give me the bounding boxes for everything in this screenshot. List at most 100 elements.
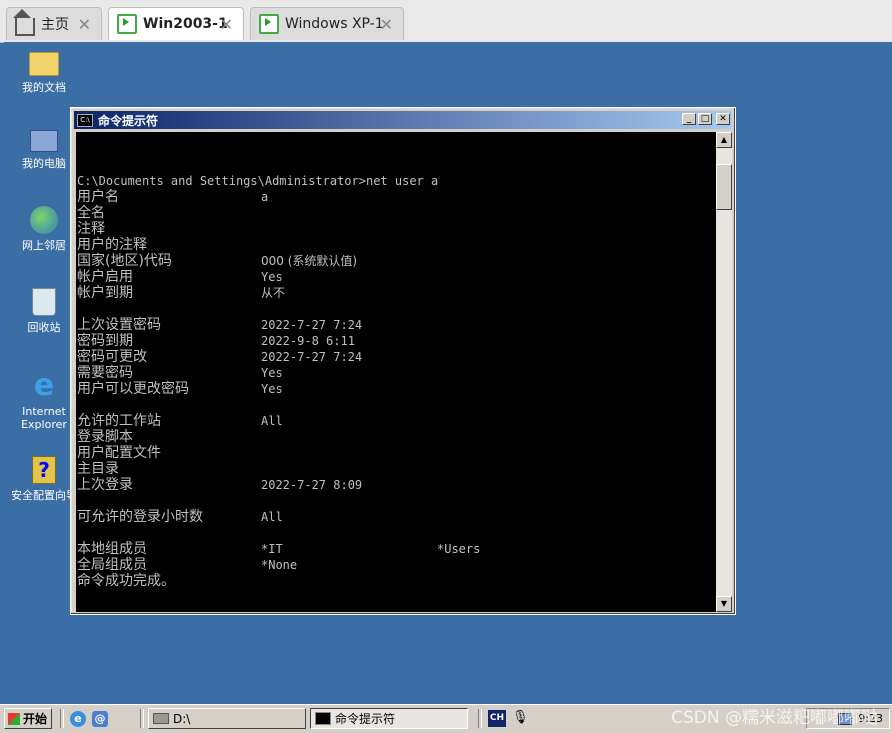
cmd-output-line: 主目录 (77, 461, 119, 477)
cmd-title-bar[interactable]: C:\ 命令提示符 _ □ ✕ (74, 111, 732, 129)
scroll-up-button[interactable]: ▲ (716, 132, 732, 148)
cmd-output-line: 密码可更改 2022-7-27 7:24 (77, 349, 362, 365)
minimize-button[interactable]: _ (682, 113, 696, 125)
cmd-field-label: 上次登录 (77, 477, 133, 493)
tab-home[interactable]: 主页 ✕ (6, 7, 102, 40)
cmd-output-line: 命令成功完成。 (77, 573, 175, 589)
windows-flag-icon (8, 712, 20, 725)
cmd-field-label: 国家(地区)代码 (77, 253, 172, 269)
taskbar-separator (478, 709, 482, 728)
cmd-field-label: 允许的工作站 (77, 413, 161, 429)
start-button[interactable]: 开始 (4, 708, 52, 729)
cmd-output-line: 上次登录 2022-7-27 8:09 (77, 477, 362, 493)
cmd-output-line: 可允许的登录小时数 All (77, 509, 283, 525)
cmd-field-label: 登录脚本 (77, 429, 133, 445)
home-icon (13, 9, 35, 36)
my-documents-icon (29, 52, 59, 76)
scroll-down-button[interactable]: ▼ (716, 596, 732, 612)
cmd-window[interactable]: C:\ 命令提示符 _ □ ✕ C:\Documents and Setting… (70, 107, 736, 615)
cmd-field-value: All (261, 414, 283, 428)
vm-icon (259, 14, 279, 34)
desktop-icon-label: 我的文档 (22, 81, 66, 94)
cmd-field-value: Yes (261, 366, 283, 380)
drive-icon (153, 713, 169, 724)
cmd-field-label: 本地组成员 (77, 541, 147, 557)
cmd-icon: C:\ (77, 113, 93, 127)
cmd-field-label: 注释 (77, 221, 105, 237)
cmd-field-value: 从不 (261, 286, 286, 300)
close-icon[interactable]: ✕ (380, 15, 393, 34)
taskbar-button-label: 命令提示符 (335, 712, 396, 726)
cmd-output-line: 国家(地区)代码 000 (系统默认值) (77, 253, 357, 269)
cmd-output-line: 上次设置密码 2022-7-27 7:24 (77, 317, 362, 333)
cmd-title: 命令提示符 (98, 113, 159, 128)
taskbar-button-label: D:\ (173, 711, 191, 726)
network-places-icon (30, 206, 58, 234)
taskbar-separator (140, 709, 144, 728)
cmd-field-label: 帐户到期 (77, 285, 133, 301)
cmd-output-line: 用户的注释 (77, 237, 147, 253)
taskbar-button-cmd[interactable]: 命令提示符 (310, 708, 468, 729)
close-icon[interactable]: ✕ (78, 15, 91, 34)
cmd-output-line: 本地组成员 *IT *Users (77, 541, 480, 557)
cmd-output-line: 需要密码 Yes (77, 365, 283, 381)
taskbar-separator (60, 709, 64, 728)
cmd-field-label: 全局组成员 (77, 557, 147, 573)
cmd-output-line: 用户配置文件 (77, 445, 161, 461)
tab-winxp-label: Windows XP-1 (285, 16, 384, 32)
cmd-output-line: 帐户启用 Yes (77, 269, 283, 285)
vm-tab-bar: 主页 ✕ Win2003-1 ✕ Windows XP-1 ✕ (0, 0, 892, 43)
cmd-field-value: *None (261, 558, 298, 572)
cmd-field-label: 用户的注释 (77, 237, 147, 253)
watermark: CSDN @糯米滋粑嘟嘟嘟哒 (671, 708, 878, 728)
cmd-scrollbar[interactable]: ▲ ▼ (716, 132, 732, 612)
cmd-field-value: 2022-7-27 7:24 (261, 350, 363, 364)
desktop-icon-my-documents[interactable]: 我的文档 (4, 46, 84, 95)
vm-icon (117, 14, 137, 34)
outlook-express-icon[interactable]: @ (92, 711, 108, 727)
cmd-field-value-2: *Users (437, 542, 481, 556)
cmd-output-line: 用户名 a (77, 189, 268, 205)
cmd-field-value: *IT (261, 542, 283, 556)
cmd-field-label: 上次设置密码 (77, 317, 161, 333)
cmd-field-label: 需要密码 (77, 365, 133, 381)
cmd-output-line: 允许的工作站 All (77, 413, 283, 429)
maximize-button[interactable]: □ (698, 113, 712, 125)
cmd-prompt-line: C:\Documents and Settings\Administrator>… (77, 174, 439, 188)
tab-winxp[interactable]: Windows XP-1 ✕ (250, 7, 404, 40)
cmd-field-label: 密码到期 (77, 333, 133, 349)
cmd-field-value: 2022-7-27 7:24 (261, 318, 363, 332)
cmd-field-label: 帐户启用 (77, 269, 133, 285)
internet-explorer-icon[interactable]: e (70, 711, 86, 727)
cmd-field-value: 2022-7-27 8:09 (261, 478, 363, 492)
cmd-field-value: Yes (261, 270, 283, 284)
cmd-field-value: 2022-9-8 6:11 (261, 334, 355, 348)
close-button[interactable]: ✕ (716, 113, 730, 125)
cmd-icon (315, 712, 331, 725)
scroll-thumb[interactable] (716, 164, 732, 210)
tab-win2003[interactable]: Win2003-1 ✕ (108, 7, 244, 40)
cmd-output-line: 全局组成员 *None (77, 557, 297, 573)
cmd-output-line: 注释 (77, 221, 105, 237)
cmd-field-label: 密码可更改 (77, 349, 147, 365)
cmd-field-label: 可允许的登录小时数 (77, 509, 203, 525)
cmd-field-label: 用户名 (77, 189, 119, 205)
cmd-field-label: 命令成功完成。 (77, 573, 175, 589)
cmd-field-value: 000 (系统默认值) (261, 254, 358, 268)
tab-win2003-label: Win2003-1 (143, 16, 228, 32)
ime-indicator[interactable]: CH (488, 710, 506, 727)
cmd-output-line: 登录脚本 (77, 429, 133, 445)
start-label: 开始 (23, 712, 48, 726)
cmd-field-value: a (261, 190, 269, 204)
taskbar-button-drive[interactable]: D:\ (148, 708, 306, 729)
language-bar-icon[interactable]: 🎙 (512, 710, 529, 725)
cmd-output-line: 帐户到期 从不 (77, 285, 285, 301)
cmd-field-label: 主目录 (77, 461, 119, 477)
security-wizard-icon: ? (32, 456, 56, 484)
close-icon[interactable]: ✕ (220, 15, 233, 34)
cmd-console[interactable]: C:\Documents and Settings\Administrator>… (76, 132, 716, 612)
internet-explorer-icon: e (33, 368, 55, 403)
cmd-field-label: 全名 (77, 205, 105, 221)
cmd-output-line: 密码到期 2022-9-8 6:11 (77, 333, 355, 349)
cmd-field-label: 用户可以更改密码 (77, 381, 189, 397)
